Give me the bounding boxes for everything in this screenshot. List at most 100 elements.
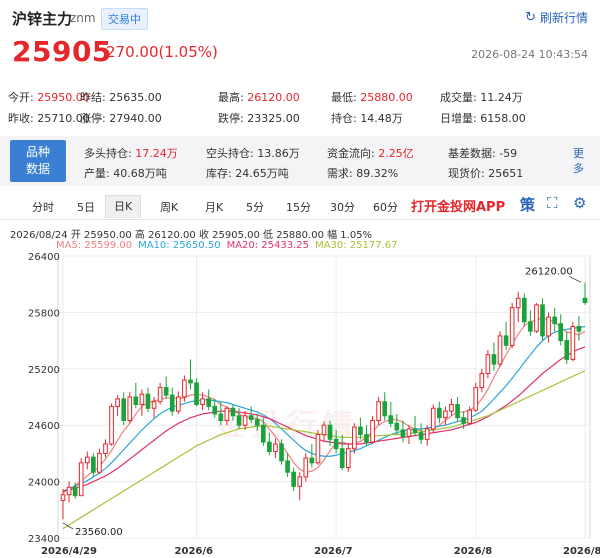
candle-body <box>515 297 521 309</box>
last-price: 25905 <box>12 35 112 68</box>
tab-2[interactable]: 日K <box>105 195 142 218</box>
candle-body <box>558 323 564 342</box>
refresh-icon: ↻ <box>525 10 536 25</box>
instrument-name: 沪锌主力 <box>12 10 73 28</box>
candle-body <box>358 426 363 436</box>
tab-0[interactable]: 分时 <box>32 199 54 215</box>
price-change: 270.00(1.05%) <box>106 43 218 61</box>
variety-data-value: -59 <box>495 147 518 160</box>
tab-4[interactable]: 月K <box>205 199 223 215</box>
candle-body <box>461 417 466 424</box>
candle-body <box>576 326 582 332</box>
variety-data-item: 空头持仓: 13.86万 <box>206 145 300 161</box>
tab-1[interactable]: 5日 <box>77 199 95 215</box>
open-app-link[interactable]: 打开金投网APP <box>411 196 505 215</box>
stat-label: 日增量: <box>440 112 477 125</box>
stat-item: 昨收: 25710.00 <box>8 110 90 126</box>
candle-body <box>163 387 169 396</box>
candle-body <box>321 424 327 436</box>
variety-data-tag-line1: 品种 <box>25 145 50 159</box>
variety-data-value: 13.86万 <box>253 147 300 160</box>
candle-body <box>218 413 224 421</box>
candle-body <box>279 443 284 462</box>
stat-value: 11.24万 <box>476 91 523 104</box>
candle-body <box>97 452 102 473</box>
candle-body <box>443 410 448 419</box>
candle-body <box>509 307 515 346</box>
refresh-label: 刷新行情 <box>539 11 588 25</box>
candle-body <box>157 387 163 403</box>
variety-data-item: 多头持仓: 17.24万 <box>84 145 178 161</box>
tab-5[interactable]: 5分 <box>246 199 264 215</box>
candle-body <box>206 398 211 407</box>
candle-body <box>309 457 315 464</box>
variety-data-value: 25651 <box>484 167 524 180</box>
candle-body <box>467 409 472 424</box>
stat-label: 今开: <box>8 91 34 104</box>
variety-data-item: 基差数据: -59 <box>448 145 517 161</box>
candle-body <box>521 297 527 323</box>
stat-label: 最高: <box>218 91 244 104</box>
strategy-icon[interactable]: 策 <box>520 194 535 215</box>
candle-body <box>224 407 230 421</box>
stat-label: 成交量: <box>440 91 477 104</box>
candle-body <box>303 457 309 478</box>
candle-body <box>169 394 175 412</box>
variety-data-value: 2.25亿 <box>374 147 414 160</box>
candle-body <box>534 304 539 332</box>
candle-body <box>570 326 576 360</box>
stat-value: 26120.00 <box>243 91 300 104</box>
variety-data-tab[interactable]: 品种 数据 <box>10 140 66 182</box>
refresh-button[interactable]: ↻ 刷新行情 <box>525 9 588 26</box>
candle-body <box>236 415 242 426</box>
tab-8[interactable]: 60分 <box>373 199 398 215</box>
fullscreen-icon[interactable]: ⛶ <box>547 194 558 212</box>
tab-6[interactable]: 15分 <box>286 199 311 215</box>
stat-value: 14.48万 <box>356 112 403 125</box>
variety-data-value: 24.65万吨 <box>231 167 289 180</box>
candle-body <box>267 441 272 453</box>
settings-icon[interactable]: ⚙ <box>573 194 586 212</box>
candle-body <box>182 379 187 398</box>
variety-data-item: 产量: 40.68万吨 <box>84 165 167 181</box>
candle-body <box>437 407 442 419</box>
y-tick-label: 26400 <box>28 252 60 263</box>
variety-data-value: 17.24万 <box>131 147 178 160</box>
candle-body <box>352 426 357 450</box>
stats-grid: 今开: 25950.00 昨结: 25635.00 最高: 26120.00 最低: … <box>8 86 592 128</box>
stat-label: 昨结: <box>80 91 106 104</box>
ohlc-readout: 2026/08/24 开 25950.00 高 26120.00 收 25905… <box>10 230 373 241</box>
kline-chart[interactable]: 23400 24000 24600 25200 25800 26400 2026/4/29 2… <box>0 250 600 558</box>
stat-label: 涨停: <box>80 112 106 125</box>
stat-item: 跌停: 23325.00 <box>218 110 300 126</box>
stat-item: 最高: 26120.00 <box>218 89 300 105</box>
candle-body <box>552 316 557 325</box>
variety-data-item: 现货价: 25651 <box>448 165 523 181</box>
candle-body <box>72 486 78 497</box>
x-tick-label: 2026/4/29 <box>41 546 97 557</box>
variety-data-label: 库存: <box>206 167 232 180</box>
candle-body <box>273 443 278 453</box>
candle-body <box>564 340 570 360</box>
candle-body <box>473 387 479 411</box>
candle-body <box>60 494 66 501</box>
variety-data-label: 现货价: <box>448 167 485 180</box>
variety-data-tag-line2: 数据 <box>25 162 50 176</box>
tab-3[interactable]: 周K <box>160 199 178 215</box>
variety-data-item: 资金流向: 2.25亿 <box>327 145 414 161</box>
y-tick-label: 23400 <box>28 534 60 545</box>
period-tabs: 分时 5日 日K 周K 月K 5分 15分 30分 60分 <box>0 193 600 220</box>
tab-7[interactable]: 30分 <box>330 199 355 215</box>
quote-datetime: 2026-08-24 10:43:54 <box>471 48 588 61</box>
stat-item: 昨结: 25635.00 <box>80 89 162 105</box>
x-tick-label: 2026/8 <box>454 546 492 557</box>
candle-body <box>370 420 375 443</box>
stats-row: 昨收: 25710.00 涨停: 27940.00 跌停: 23325.00 持仓: … <box>8 107 592 128</box>
stat-value: 23325.00 <box>243 112 300 125</box>
more-link[interactable]: 更 多 <box>573 146 584 176</box>
max-price-label: 26120.00 <box>525 266 573 277</box>
variety-data-value: 89.32% <box>352 167 399 180</box>
variety-data-label: 需求: <box>327 167 353 180</box>
candle-body <box>121 398 127 422</box>
y-tick-label: 24000 <box>28 478 60 489</box>
